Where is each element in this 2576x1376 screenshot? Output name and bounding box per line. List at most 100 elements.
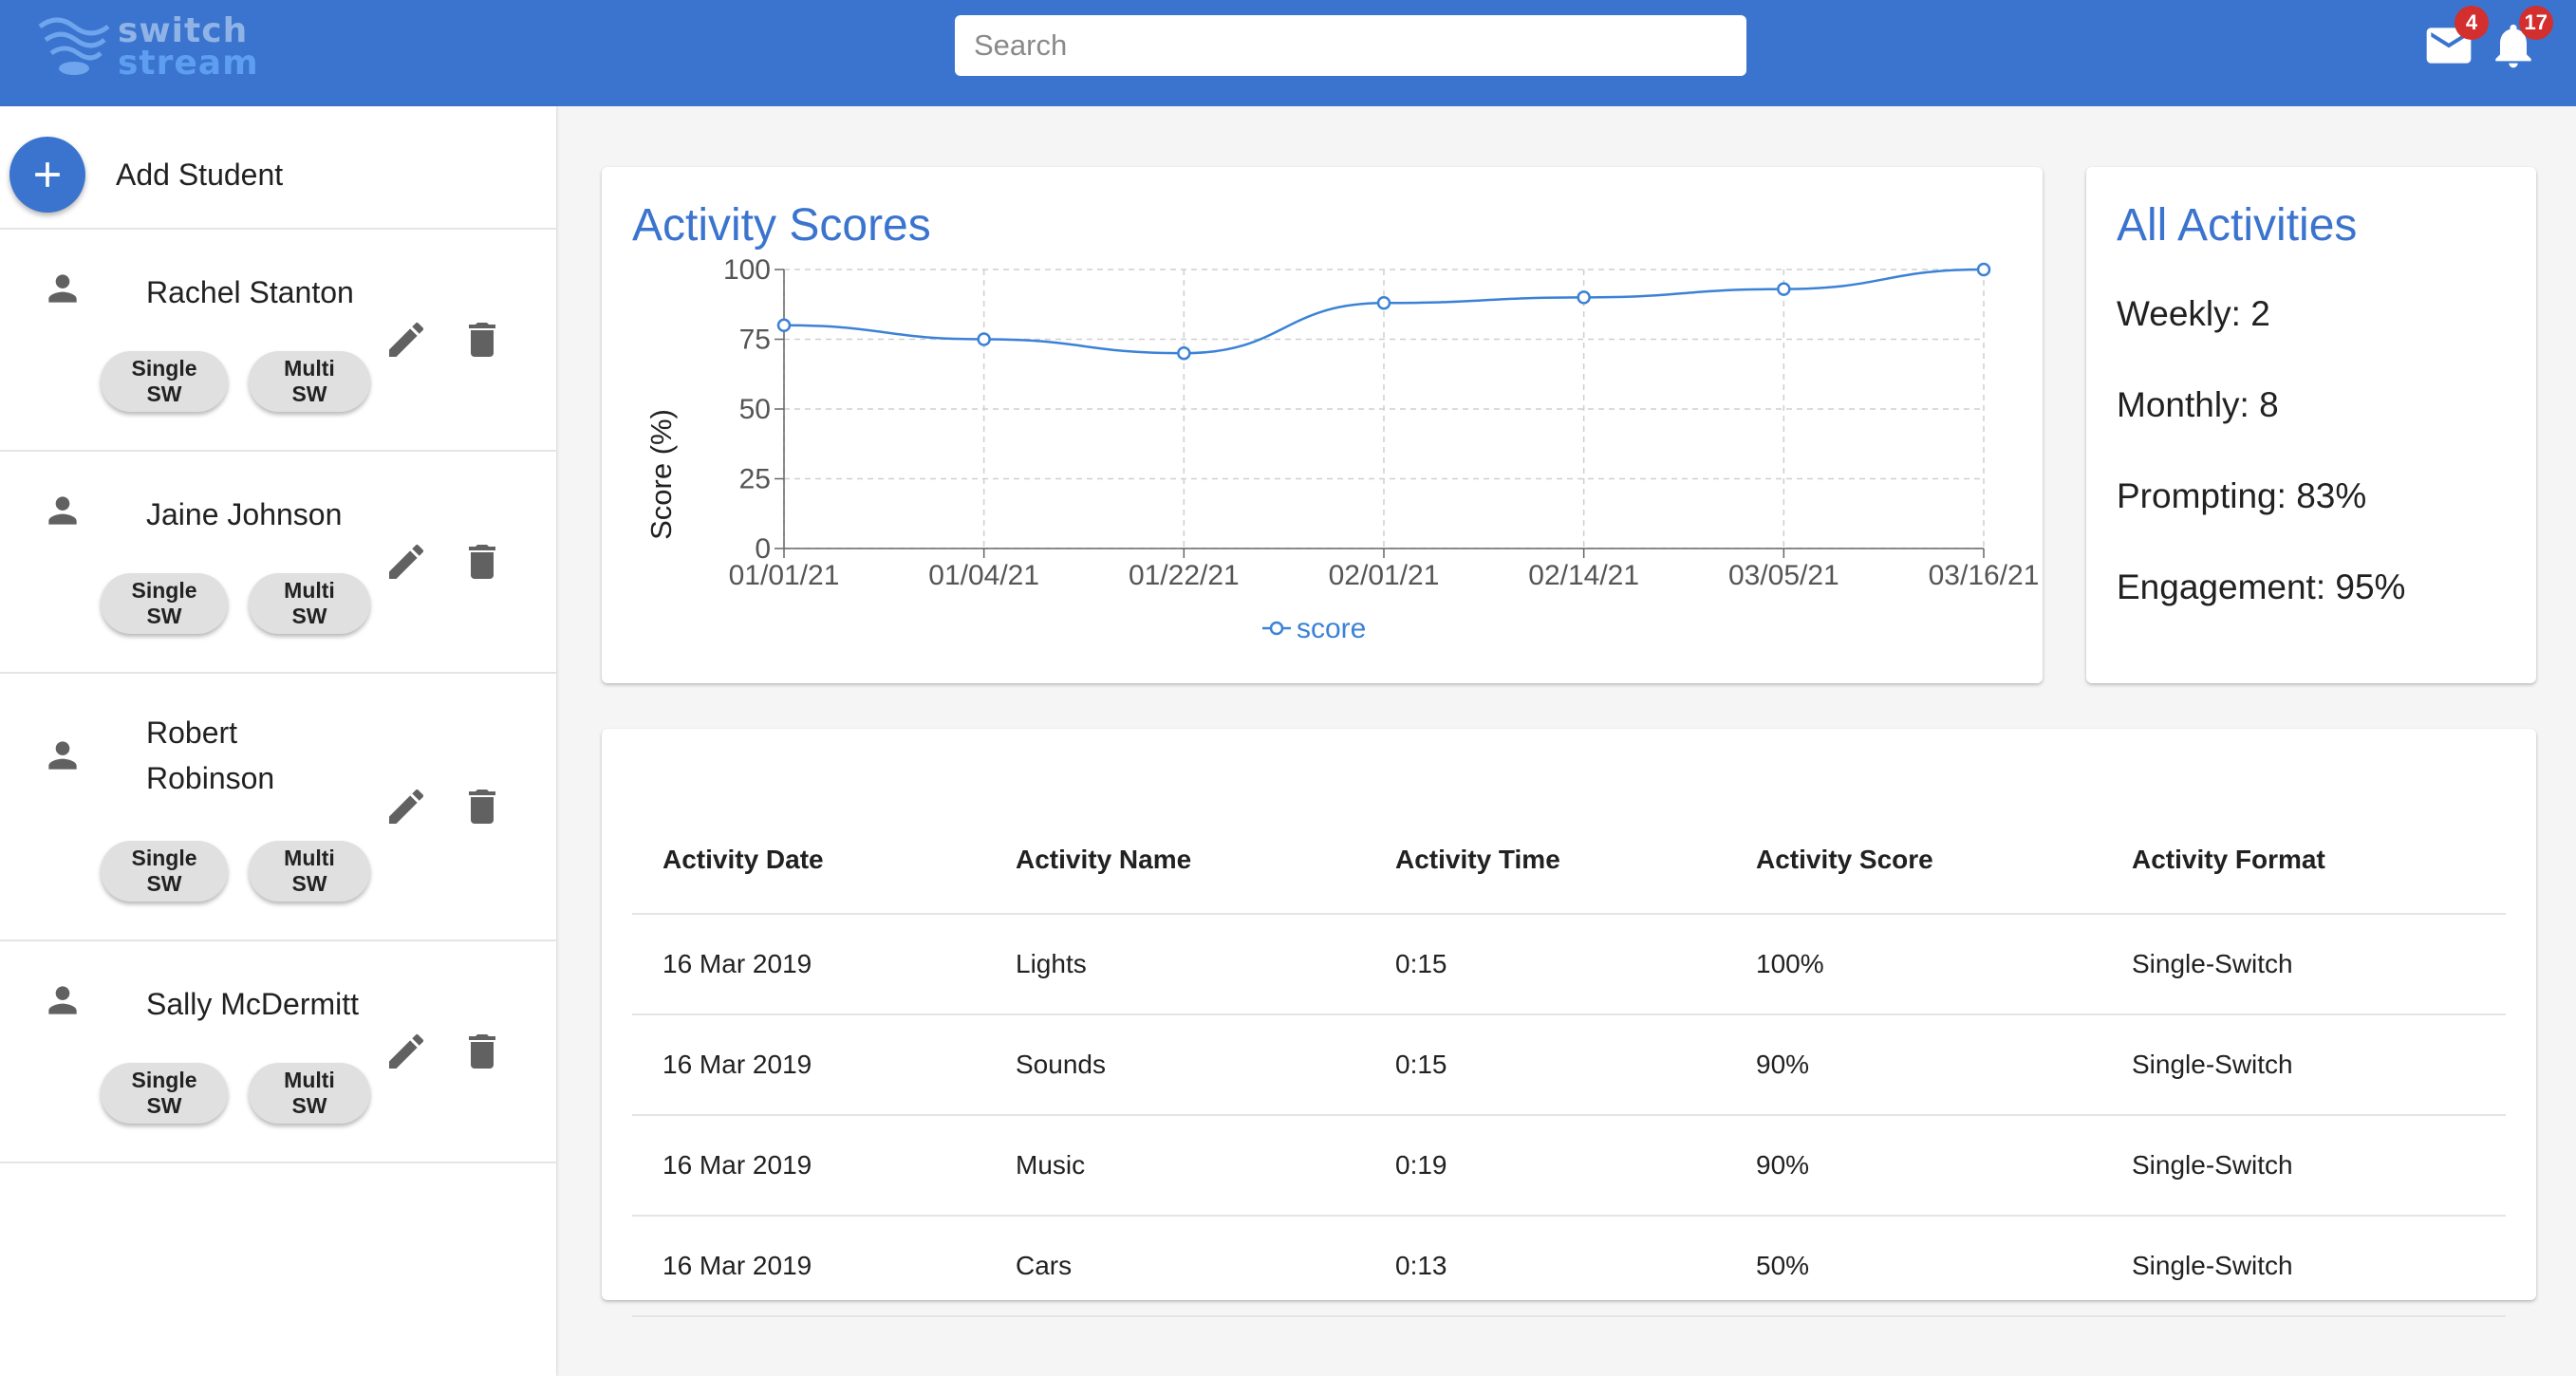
all-activities-title: All Activities (2117, 200, 2358, 251)
student-item[interactable]: Jaine Johnson Single SW Multi SW (0, 452, 556, 674)
x-tick-label: 02/14/21 (1528, 560, 1639, 591)
student-name[interactable]: Jaine Johnson (146, 492, 383, 537)
row-divider (632, 1114, 2506, 1116)
x-tick-label: 01/22/21 (1129, 560, 1240, 591)
x-tick-label: 02/01/21 (1329, 560, 1440, 591)
column-header-date[interactable]: Activity Date (663, 845, 824, 875)
app-logo[interactable]: switch stream (36, 11, 258, 87)
waves-logo-icon (38, 17, 110, 75)
multi-switch-chip[interactable]: Multi SW (249, 573, 370, 634)
delete-student-button[interactable] (459, 1029, 505, 1074)
logo-line-1: switch (118, 11, 249, 50)
activity-scores-card: Activity Scores 01/01/21 01/04/21 01/22/21… (602, 167, 2043, 683)
score-data-point[interactable] (1177, 345, 1191, 361)
prompting-stat: Prompting: 83% (2117, 476, 2367, 515)
pencil-icon (389, 322, 424, 357)
search-input[interactable] (955, 15, 1746, 76)
cell-name: Sounds (1016, 1050, 1106, 1079)
single-switch-chip[interactable]: Single SW (101, 841, 228, 902)
single-switch-chip[interactable]: Single SW (101, 573, 228, 634)
y-tick-label: 50 (739, 394, 771, 425)
single-switch-chip[interactable]: Single SW (101, 351, 228, 412)
multi-switch-chip[interactable]: Multi SW (249, 1063, 370, 1124)
legend-label-score: score (1297, 613, 1366, 644)
plus-icon (35, 162, 60, 187)
cell-time: 0:19 (1395, 1150, 1447, 1180)
activity-table-card: Activity Date Activity Name Activity Tim… (602, 729, 2536, 1317)
cell-format: Single-Switch (2132, 1150, 2293, 1180)
y-tick-label: 100 (723, 254, 771, 286)
activity-scores-chart: 01/01/21 01/04/21 01/22/21 02/01/21 02/14/21… (644, 254, 2040, 644)
cell-name: Lights (1016, 949, 1087, 978)
x-axis-ticks: 01/01/21 01/04/21 01/22/21 02/01/21 02/14/21… (729, 549, 2040, 591)
cell-date: 16 Mar 2019 (663, 1050, 812, 1079)
score-data-point[interactable] (1777, 282, 1791, 296)
add-student-label: Add Student (116, 158, 284, 192)
row-divider (632, 1013, 2506, 1015)
x-tick-label: 03/05/21 (1728, 560, 1839, 591)
person-icon (48, 986, 77, 1014)
score-data-point[interactable] (1976, 262, 1991, 277)
cell-score: 90% (1756, 1050, 1810, 1079)
person-icon (48, 741, 77, 770)
cell-format: Single-Switch (2132, 1251, 2293, 1280)
engagement-stat: Engagement: 95% (2117, 567, 2406, 606)
logo-wordmark: switch stream (118, 11, 259, 83)
delete-student-button[interactable] (459, 784, 505, 829)
score-data-point[interactable] (1376, 296, 1391, 310)
add-student-button[interactable] (9, 137, 85, 213)
chart-legend[interactable]: score (1262, 613, 1366, 644)
column-header-name[interactable]: Activity Name (1016, 845, 1191, 875)
score-data-point[interactable] (977, 332, 991, 346)
cell-name: Cars (1016, 1251, 1073, 1280)
header-divider (632, 913, 2506, 915)
trash-icon (469, 545, 495, 579)
add-student-row: Add Student (0, 106, 556, 230)
student-item[interactable]: Rachel Stanton Single SW Multi SW (0, 230, 556, 452)
app-bar: switch stream 4 17 (0, 0, 2576, 106)
cell-format: Single-Switch (2132, 949, 2293, 978)
student-name[interactable]: Robert Robinson (146, 710, 336, 801)
cell-date: 16 Mar 2019 (663, 1150, 812, 1180)
column-header-time[interactable]: Activity Time (1395, 845, 1560, 875)
column-header-score[interactable]: Activity Score (1756, 845, 1933, 875)
edit-student-button[interactable] (383, 317, 429, 363)
student-item[interactable]: Sally McDermitt Single SW Multi SW (0, 941, 556, 1163)
column-header-format[interactable]: Activity Format (2132, 845, 2325, 875)
person-icon (48, 496, 77, 525)
multi-switch-chip[interactable]: Multi SW (249, 351, 370, 412)
monthly-stat: Monthly: 8 (2117, 385, 2279, 424)
y-axis-ticks: 0 25 50 75 100 (723, 254, 784, 565)
mail-count-badge: 4 (2455, 6, 2489, 40)
legend-point-marker (1269, 621, 1284, 636)
student-name[interactable]: Sally McDermitt (146, 981, 383, 1027)
y-tick-label: 25 (739, 464, 771, 495)
single-switch-chip[interactable]: Single SW (101, 1063, 228, 1124)
score-data-point[interactable] (1577, 290, 1591, 305)
row-divider (632, 1315, 2506, 1317)
delete-student-button[interactable] (459, 317, 505, 363)
edit-student-button[interactable] (383, 1029, 429, 1074)
notifications-button[interactable]: 17 (2487, 6, 2553, 72)
multi-switch-chip[interactable]: Multi SW (249, 841, 370, 902)
cell-name: Music (1016, 1150, 1086, 1180)
delete-student-button[interactable] (459, 539, 505, 585)
cell-score: 100% (1756, 949, 1824, 978)
x-tick-label: 01/04/21 (928, 560, 1039, 591)
mail-button[interactable]: 4 (2422, 6, 2489, 72)
student-item[interactable]: Robert Robinson Single SW Multi SW (0, 674, 556, 941)
cell-time: 0:13 (1395, 1251, 1447, 1280)
pencil-icon (389, 789, 424, 824)
trash-icon (469, 1034, 495, 1069)
edit-student-button[interactable] (383, 539, 429, 585)
edit-student-button[interactable] (383, 784, 429, 829)
score-data-point[interactable] (776, 318, 792, 333)
person-icon (48, 274, 77, 303)
cell-date: 16 Mar 2019 (663, 949, 812, 978)
row-divider (632, 1215, 2506, 1217)
x-tick-label: 03/16/21 (1929, 560, 2040, 591)
student-name[interactable]: Rachel Stanton (146, 270, 383, 315)
logo-line-2: stream (118, 44, 259, 83)
cell-score: 50% (1756, 1251, 1810, 1280)
all-activities-card: All Activities Weekly: 2 Monthly: 8 Prom… (2086, 167, 2536, 683)
